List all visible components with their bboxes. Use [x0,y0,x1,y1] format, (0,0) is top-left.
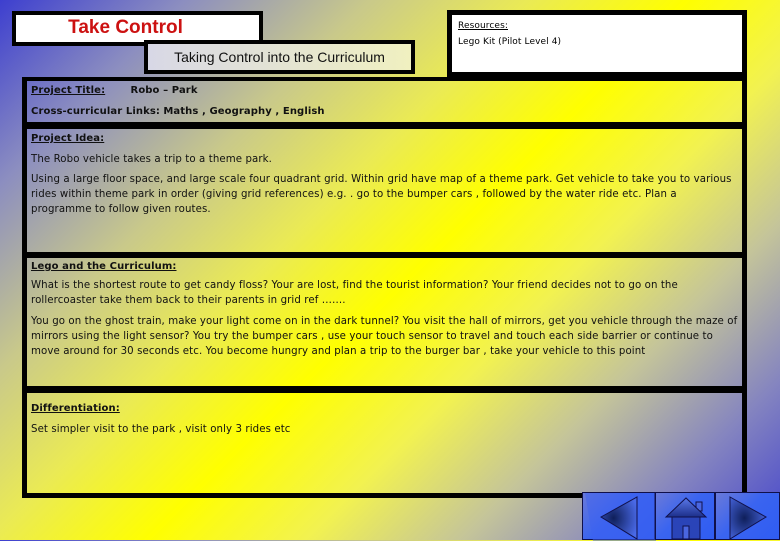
project-title-value: Robo – Park [130,85,198,96]
page-title: Take Control [68,17,183,38]
project-title-row: Project Title: Robo – Park [27,81,742,103]
lesson-plan-frame: Project Title: Robo – Park Cross-curricu… [22,77,747,498]
lego-curriculum-section: Lego and the Curriculum: What is the sho… [27,257,742,389]
resources-heading: Resources: [458,21,508,31]
lego-curriculum-paragraph: What is the shortest route to get candy … [31,280,678,306]
lego-curriculum-heading: Lego and the Curriculum: [31,261,177,272]
project-idea-paragraph: The Robo vehicle takes a trip to a theme… [31,154,273,165]
cross-curricular-row: Cross-curricular Links: Maths , Geograph… [27,102,742,122]
triangle-left-icon [585,493,656,541]
section-divider [27,122,742,129]
page-subtitle: Taking Control into the Curriculum [174,49,385,65]
cross-curricular-value: Maths , Geography , English [163,106,325,117]
project-idea-heading: Project Idea: [31,133,105,144]
subtitle-box: Taking Control into the Curriculum [144,40,415,74]
differentiation-paragraph: Set simpler visit to the park , visit on… [31,424,291,435]
lego-curriculum-paragraph: You go on the ghost train, make your lig… [31,316,738,357]
cross-curricular-label: Cross-curricular Links: [31,106,160,117]
resources-panel: Resources: Lego Kit (Pilot Level 4) [447,10,747,78]
project-title-label: Project Title: [31,85,106,96]
house-icon [664,497,708,540]
project-idea-paragraph: Using a large floor space, and large sca… [31,174,732,215]
project-idea-section: Project Idea: The Robo vehicle takes a t… [27,129,742,253]
next-slide-button[interactable] [715,492,780,540]
home-button[interactable] [655,492,715,540]
previous-slide-button[interactable] [582,492,656,541]
resource-item: Lego Kit (Pilot Level 4) [458,37,562,47]
section-divider [27,386,742,393]
differentiation-section: Differentiation: Set simpler visit to th… [27,393,742,493]
differentiation-heading: Differentiation: [31,403,120,414]
triangle-right-icon [729,496,767,540]
